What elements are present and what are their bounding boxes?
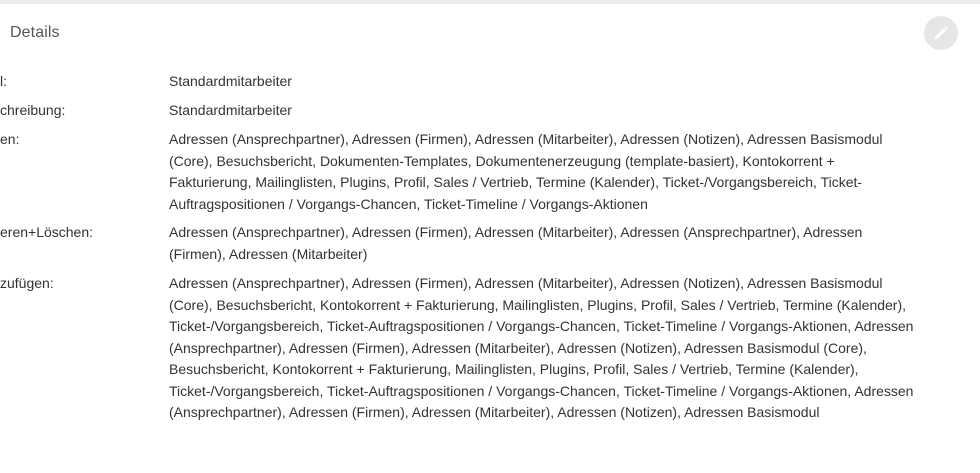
detail-row: chreibung: Standardmitarbeiter	[0, 100, 980, 129]
detail-value: Adressen (Ansprechpartner), Adressen (Fi…	[169, 275, 914, 420]
detail-label: en:	[0, 131, 20, 147]
detail-value: Standardmitarbeiter	[169, 102, 292, 118]
detail-label: l:	[0, 73, 7, 89]
detail-row: eren+Löschen: Adressen (Ansprechpartner)…	[0, 222, 980, 273]
detail-label: chreibung:	[0, 102, 66, 118]
detail-label: eren+Löschen:	[0, 224, 94, 240]
detail-value: Adressen (Ansprechpartner), Adressen (Fi…	[169, 224, 863, 262]
detail-value: Standardmitarbeiter	[169, 73, 292, 89]
detail-row: l: Standardmitarbeiter	[0, 71, 980, 100]
edit-button[interactable]	[924, 16, 958, 50]
detail-value: Adressen (Ansprechpartner), Adressen (Fi…	[169, 131, 883, 212]
detail-label: zufügen:	[0, 275, 54, 291]
pencil-icon	[933, 25, 949, 41]
top-divider	[0, 0, 980, 4]
details-list: l: Standardmitarbeiter chreibung: Standa…	[0, 71, 980, 473]
panel-title: Details	[10, 24, 60, 41]
detail-row: en: Adressen (Ansprechpartner), Adressen…	[0, 129, 980, 222]
detail-row: zufügen: Adressen (Ansprechpartner), Adr…	[0, 273, 980, 473]
